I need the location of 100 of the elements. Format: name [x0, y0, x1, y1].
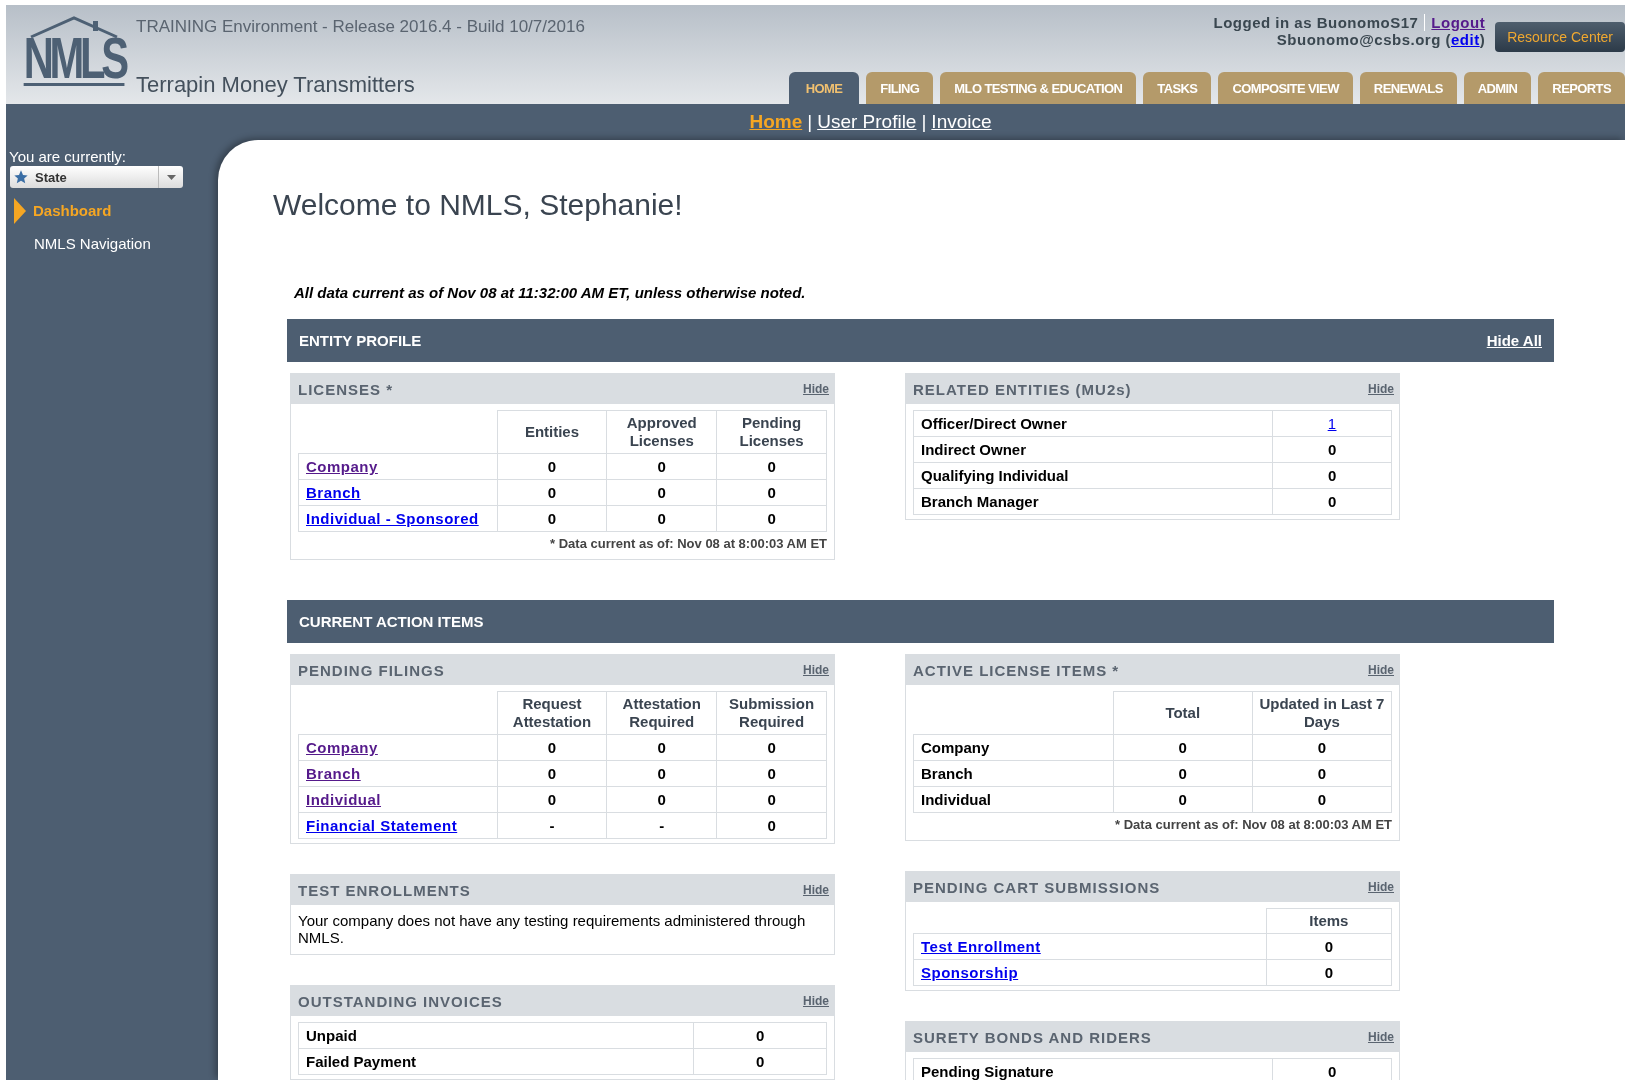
- table-cell: 0: [1272, 436, 1392, 463]
- table-cell: Officer/Direct Owner: [913, 410, 1273, 437]
- column-header: Total: [1113, 691, 1253, 735]
- table-cell: 0: [497, 734, 607, 761]
- sidebar-item[interactable]: NMLS Navigation: [34, 235, 151, 252]
- nav-tab[interactable]: HOME: [788, 72, 860, 104]
- table-cell: 0: [606, 786, 717, 813]
- table-link[interactable]: Sponsorship: [921, 964, 1019, 981]
- table-cell: 0: [1252, 734, 1392, 761]
- hide-link[interactable]: Hide: [803, 994, 829, 1008]
- email-text: Sbuonomo@csbs.org (: [1276, 31, 1451, 48]
- table-cell: Branch Manager: [913, 488, 1273, 515]
- table-cell: 0: [716, 786, 827, 813]
- table-cell: Branch: [913, 760, 1114, 787]
- table-cell: 0: [497, 505, 607, 532]
- environment-text: TRAINING Environment - Release 2016.4 - Build 10/7/2016: [136, 17, 585, 37]
- column-header: Request Attestation: [497, 691, 607, 735]
- panel-title: SURETY BONDS AND RIDERS: [913, 1028, 1152, 1046]
- hide-link[interactable]: Hide: [1368, 382, 1394, 396]
- table-cell: 0: [497, 760, 607, 787]
- table-cell: 0: [716, 479, 827, 506]
- table-cell: 0: [1272, 488, 1392, 515]
- table-cell: Pending Signature: [913, 1058, 1273, 1080]
- nav-tab[interactable]: RENEWALS: [1359, 72, 1457, 104]
- sidebar-item[interactable]: Dashboard: [33, 202, 112, 219]
- table-cell: 0: [1252, 786, 1392, 813]
- data-note: All data current as of Nov 08 at 11:32:00 AM ET, unless otherwise noted.: [294, 284, 807, 301]
- house-roof-icon: [29, 15, 119, 39]
- section-title: CURRENT ACTION ITEMS: [299, 613, 484, 630]
- welcome-heading: Welcome to NMLS, Stephanie!: [273, 188, 684, 222]
- panel-text: Your company does not have any testing requirements administered through NMLS.: [297, 911, 807, 948]
- table-cell: Unpaid: [298, 1022, 694, 1049]
- table-cell: 0: [716, 505, 827, 532]
- column-header: Attestation Required: [606, 691, 717, 735]
- nav-tab[interactable]: TASKS: [1143, 72, 1212, 104]
- subnav-link[interactable]: Invoice: [931, 111, 992, 133]
- company-name: Terrapin Money Transmitters: [136, 72, 416, 98]
- table-link[interactable]: Branch: [306, 765, 361, 782]
- data-note: * Data current as of: Nov 08 at 8:00:03 AM ET: [1114, 817, 1393, 834]
- column-header: Items: [1266, 908, 1392, 934]
- table-cell: 0: [1266, 933, 1392, 960]
- context-label: You are currently:: [9, 148, 127, 165]
- nav-tab[interactable]: MLO TESTING & EDUCATION: [940, 72, 1137, 104]
- separator-text: |: [807, 111, 813, 133]
- table-cell: 0: [606, 760, 717, 787]
- column-header: Pending Licenses: [716, 410, 827, 454]
- table-cell: 0: [1113, 786, 1253, 813]
- hide-link[interactable]: Hide: [1368, 663, 1394, 677]
- resource-center-button[interactable]: Resource Center: [1495, 22, 1625, 52]
- caret-icon: [166, 174, 176, 180]
- context-select[interactable]: State: [10, 166, 183, 188]
- table-cell: Indirect Owner: [913, 436, 1273, 463]
- table-cell: -: [497, 812, 607, 839]
- panel-title: PENDING FILINGS: [298, 661, 445, 679]
- logout-link[interactable]: Logout: [1424, 14, 1486, 31]
- table-cell: 0: [606, 453, 717, 480]
- table-cell: -: [606, 812, 717, 839]
- table-cell: 0: [497, 479, 607, 506]
- hide-all-link[interactable]: Hide All: [1486, 332, 1542, 349]
- column-header: Submission Required: [716, 691, 827, 735]
- table-cell: 0: [693, 1048, 827, 1075]
- hide-link[interactable]: Hide: [803, 382, 829, 396]
- table-link[interactable]: 1: [1327, 415, 1337, 432]
- table-cell: 0: [606, 734, 717, 761]
- nav-tab[interactable]: ADMIN: [1463, 72, 1532, 104]
- section-title: ENTITY PROFILE: [299, 332, 422, 349]
- hide-link[interactable]: Hide: [803, 663, 829, 677]
- hide-link[interactable]: Hide: [803, 883, 829, 897]
- subnav-link[interactable]: Home: [749, 111, 803, 133]
- star-icon: [13, 169, 29, 185]
- table-cell: 0: [1272, 462, 1392, 489]
- subnav-link[interactable]: User Profile: [817, 111, 917, 133]
- table-cell: 0: [716, 453, 827, 480]
- panel-title: RELATED ENTITIES (MU2s): [913, 380, 1132, 398]
- table-cell: 0: [497, 786, 607, 813]
- table-cell: 0: [606, 505, 717, 532]
- data-note: * Data current as of: Nov 08 at 8:00:03 AM ET: [549, 536, 828, 553]
- paren-text: ): [1479, 31, 1486, 48]
- table-cell: 0: [1266, 959, 1392, 986]
- nav-tab[interactable]: FILING: [866, 72, 934, 104]
- login-text: Logged in as BuonomoS17: [1213, 14, 1419, 31]
- table-link[interactable]: Branch: [306, 484, 361, 501]
- panel-title: OUTSTANDING INVOICES: [298, 992, 503, 1010]
- table-cell: 0: [1272, 1058, 1392, 1080]
- panel-title: LICENSES *: [298, 380, 394, 398]
- table-cell: 0: [497, 453, 607, 480]
- logo-text: NMLS: [23, 33, 125, 86]
- table-cell: Company: [913, 734, 1114, 761]
- edit-link[interactable]: edit: [1451, 31, 1480, 48]
- hide-link[interactable]: Hide: [1368, 1030, 1394, 1044]
- column-header: Entities: [497, 410, 607, 454]
- separator-text: |: [921, 111, 927, 133]
- table-cell: 0: [716, 760, 827, 787]
- table-cell: Individual: [913, 786, 1114, 813]
- column-header: Updated in Last 7 Days: [1252, 691, 1392, 735]
- column-header: Approved Licenses: [606, 410, 717, 454]
- hide-link[interactable]: Hide: [1368, 880, 1394, 894]
- table-cell: 0: [1113, 734, 1253, 761]
- nav-tab[interactable]: REPORTS: [1538, 72, 1625, 104]
- nav-tab[interactable]: COMPOSITE VIEW: [1218, 72, 1353, 104]
